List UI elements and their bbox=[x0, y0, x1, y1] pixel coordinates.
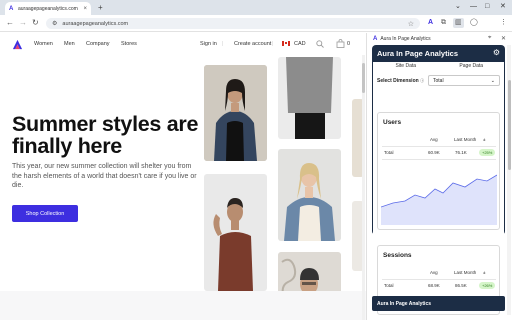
sessions-avg-value: 68.9K bbox=[428, 283, 440, 288]
side-panel: A Aura In Page Analytics ⌖ ✕ Aura In Pag… bbox=[366, 33, 512, 320]
site-info-icon[interactable]: ⚙ bbox=[52, 20, 57, 27]
site-footer-band bbox=[0, 291, 366, 320]
close-panel-icon[interactable]: ✕ bbox=[501, 35, 506, 42]
sessions-title: Sessions bbox=[383, 252, 412, 259]
shop-collection-button[interactable]: Shop Collection bbox=[12, 205, 78, 222]
sign-in-link[interactable]: Sign in bbox=[200, 41, 217, 47]
nav-stores[interactable]: Stores bbox=[121, 41, 137, 47]
browser-tab-bar: A auraagepageanalytics.com × + ⌄ — □ ✕ bbox=[0, 0, 512, 15]
nav-men[interactable]: Men bbox=[64, 41, 75, 47]
side-panel-icon[interactable]: ▥ bbox=[453, 18, 464, 28]
website-content: Women Men Company Stores Sign in | Creat… bbox=[0, 33, 366, 320]
divider bbox=[382, 159, 496, 160]
canada-flag-icon bbox=[282, 41, 290, 47]
extension-title: Aura In Page Analytics bbox=[377, 49, 458, 58]
last-month-column-header: Last Month bbox=[454, 137, 477, 142]
nav-women[interactable]: Women bbox=[34, 41, 53, 47]
chevron-down-icon: ⌄ bbox=[490, 77, 495, 84]
address-url: auraagepageanalytics.com bbox=[62, 20, 129, 27]
users-delta-badge: +25% bbox=[479, 149, 496, 156]
search-icon[interactable] bbox=[316, 40, 324, 48]
forward-arrow-icon[interactable]: → bbox=[19, 18, 27, 28]
analytics-body: Select Dimension ⓘ Total ⌄ Users Avg Las… bbox=[373, 70, 504, 315]
settings-gear-icon[interactable]: ⚙ bbox=[493, 48, 500, 57]
users-row-label: Total bbox=[384, 150, 394, 155]
extensions-puzzle-icon[interactable]: ⧉ bbox=[441, 18, 446, 28]
analytics-card: Aura In Page Analytics ⚙ Site Data Page … bbox=[372, 45, 505, 315]
browser-tab[interactable]: A auraagepageanalytics.com × bbox=[5, 2, 91, 15]
minimize-icon[interactable]: — bbox=[470, 2, 477, 12]
panel-scrollbar-thumb[interactable] bbox=[507, 80, 511, 170]
bookmark-star-icon[interactable]: ☆ bbox=[408, 20, 414, 28]
info-icon[interactable]: ⓘ bbox=[420, 78, 424, 83]
cart-count: 0 bbox=[347, 41, 351, 47]
reload-icon[interactable]: ↻ bbox=[32, 18, 39, 28]
divider bbox=[382, 279, 496, 280]
nav-company[interactable]: Company bbox=[86, 41, 110, 47]
analytics-footer-bar[interactable]: Aura In Page Analytics bbox=[372, 296, 505, 311]
maximize-icon[interactable]: □ bbox=[485, 2, 489, 12]
tab-close-icon[interactable]: × bbox=[83, 6, 87, 12]
nav-divider: | bbox=[222, 41, 224, 47]
brand-logo-icon[interactable] bbox=[12, 39, 23, 50]
shopping-bag-icon[interactable] bbox=[336, 39, 345, 48]
site-navigation: Women Men Company Stores Sign in | Creat… bbox=[0, 33, 366, 55]
hero-description: This year, our new summer collection wil… bbox=[12, 163, 197, 189]
profile-icon[interactable]: ◯ bbox=[470, 18, 478, 28]
page-scrollbar-thumb[interactable] bbox=[362, 63, 365, 93]
photo-woman-denim-jacket bbox=[204, 65, 267, 161]
create-account-link[interactable]: Create account bbox=[234, 41, 271, 47]
tab-search-icon[interactable]: ⌄ bbox=[455, 2, 461, 12]
close-window-icon[interactable]: ✕ bbox=[500, 2, 506, 12]
dimension-value: Total bbox=[433, 77, 444, 84]
data-tabs: Site Data Page Data bbox=[373, 62, 504, 70]
footer-title: Aura In Page Analytics bbox=[377, 300, 431, 307]
photo-woman-denim-vest bbox=[278, 149, 341, 241]
last-month-column-header: Last Month bbox=[454, 270, 477, 275]
panel-scrollbar[interactable] bbox=[507, 45, 511, 315]
menu-kebab-icon[interactable]: ⋮ bbox=[500, 18, 507, 28]
sessions-row-label: Total bbox=[384, 283, 394, 288]
photo-man-brown-shirt bbox=[204, 174, 267, 291]
new-tab-button[interactable]: + bbox=[98, 2, 103, 13]
hero-title: Summer styles are finally here bbox=[12, 112, 199, 158]
site-favicon-icon: A bbox=[9, 5, 14, 12]
sessions-delta-badge: +26% bbox=[479, 282, 496, 289]
tab-page-data[interactable]: Page Data bbox=[439, 62, 505, 70]
currency-label: CAD bbox=[294, 41, 306, 47]
users-metric-card: Users Avg Last Month ± Total 60.9K 76.1K… bbox=[377, 112, 500, 230]
aura-logo-icon: A bbox=[373, 35, 378, 42]
divider bbox=[382, 146, 496, 147]
dimension-label: Select Dimension ⓘ bbox=[377, 78, 425, 84]
browser-toolbar: ← → ↻ ⚙ auraagepageanalytics.com ☆ A ⧉ ▥… bbox=[0, 15, 512, 32]
avg-column-header: Avg bbox=[430, 137, 438, 142]
users-last-month-value: 76.1K bbox=[455, 150, 467, 155]
avg-column-header: Avg bbox=[430, 270, 438, 275]
currency-selector[interactable]: CAD bbox=[282, 41, 306, 47]
aura-extension-icon[interactable]: A bbox=[428, 18, 433, 28]
delta-column-header: ± bbox=[483, 137, 486, 142]
photo-man-grey-tshirt bbox=[278, 57, 341, 139]
delta-column-header: ± bbox=[483, 270, 486, 275]
sessions-last-month-value: 86.5K bbox=[455, 283, 467, 288]
users-trend-area-chart bbox=[381, 174, 497, 225]
tab-site-data[interactable]: Site Data bbox=[373, 62, 439, 70]
pin-icon[interactable]: ⌖ bbox=[488, 35, 491, 42]
nav-divider: | bbox=[272, 41, 274, 47]
users-avg-value: 60.9K bbox=[428, 150, 440, 155]
side-panel-header: A Aura In Page Analytics ⌖ ✕ bbox=[367, 33, 512, 44]
back-arrow-icon[interactable]: ← bbox=[6, 18, 14, 28]
address-bar[interactable]: ⚙ auraagepageanalytics.com ☆ bbox=[46, 18, 420, 29]
dimension-select[interactable]: Total ⌄ bbox=[428, 75, 500, 86]
side-panel-title: Aura In Page Analytics bbox=[380, 35, 431, 42]
page-scrollbar[interactable] bbox=[362, 55, 365, 320]
tab-title: auraagepageanalytics.com bbox=[18, 5, 78, 12]
users-title: Users bbox=[383, 119, 402, 126]
